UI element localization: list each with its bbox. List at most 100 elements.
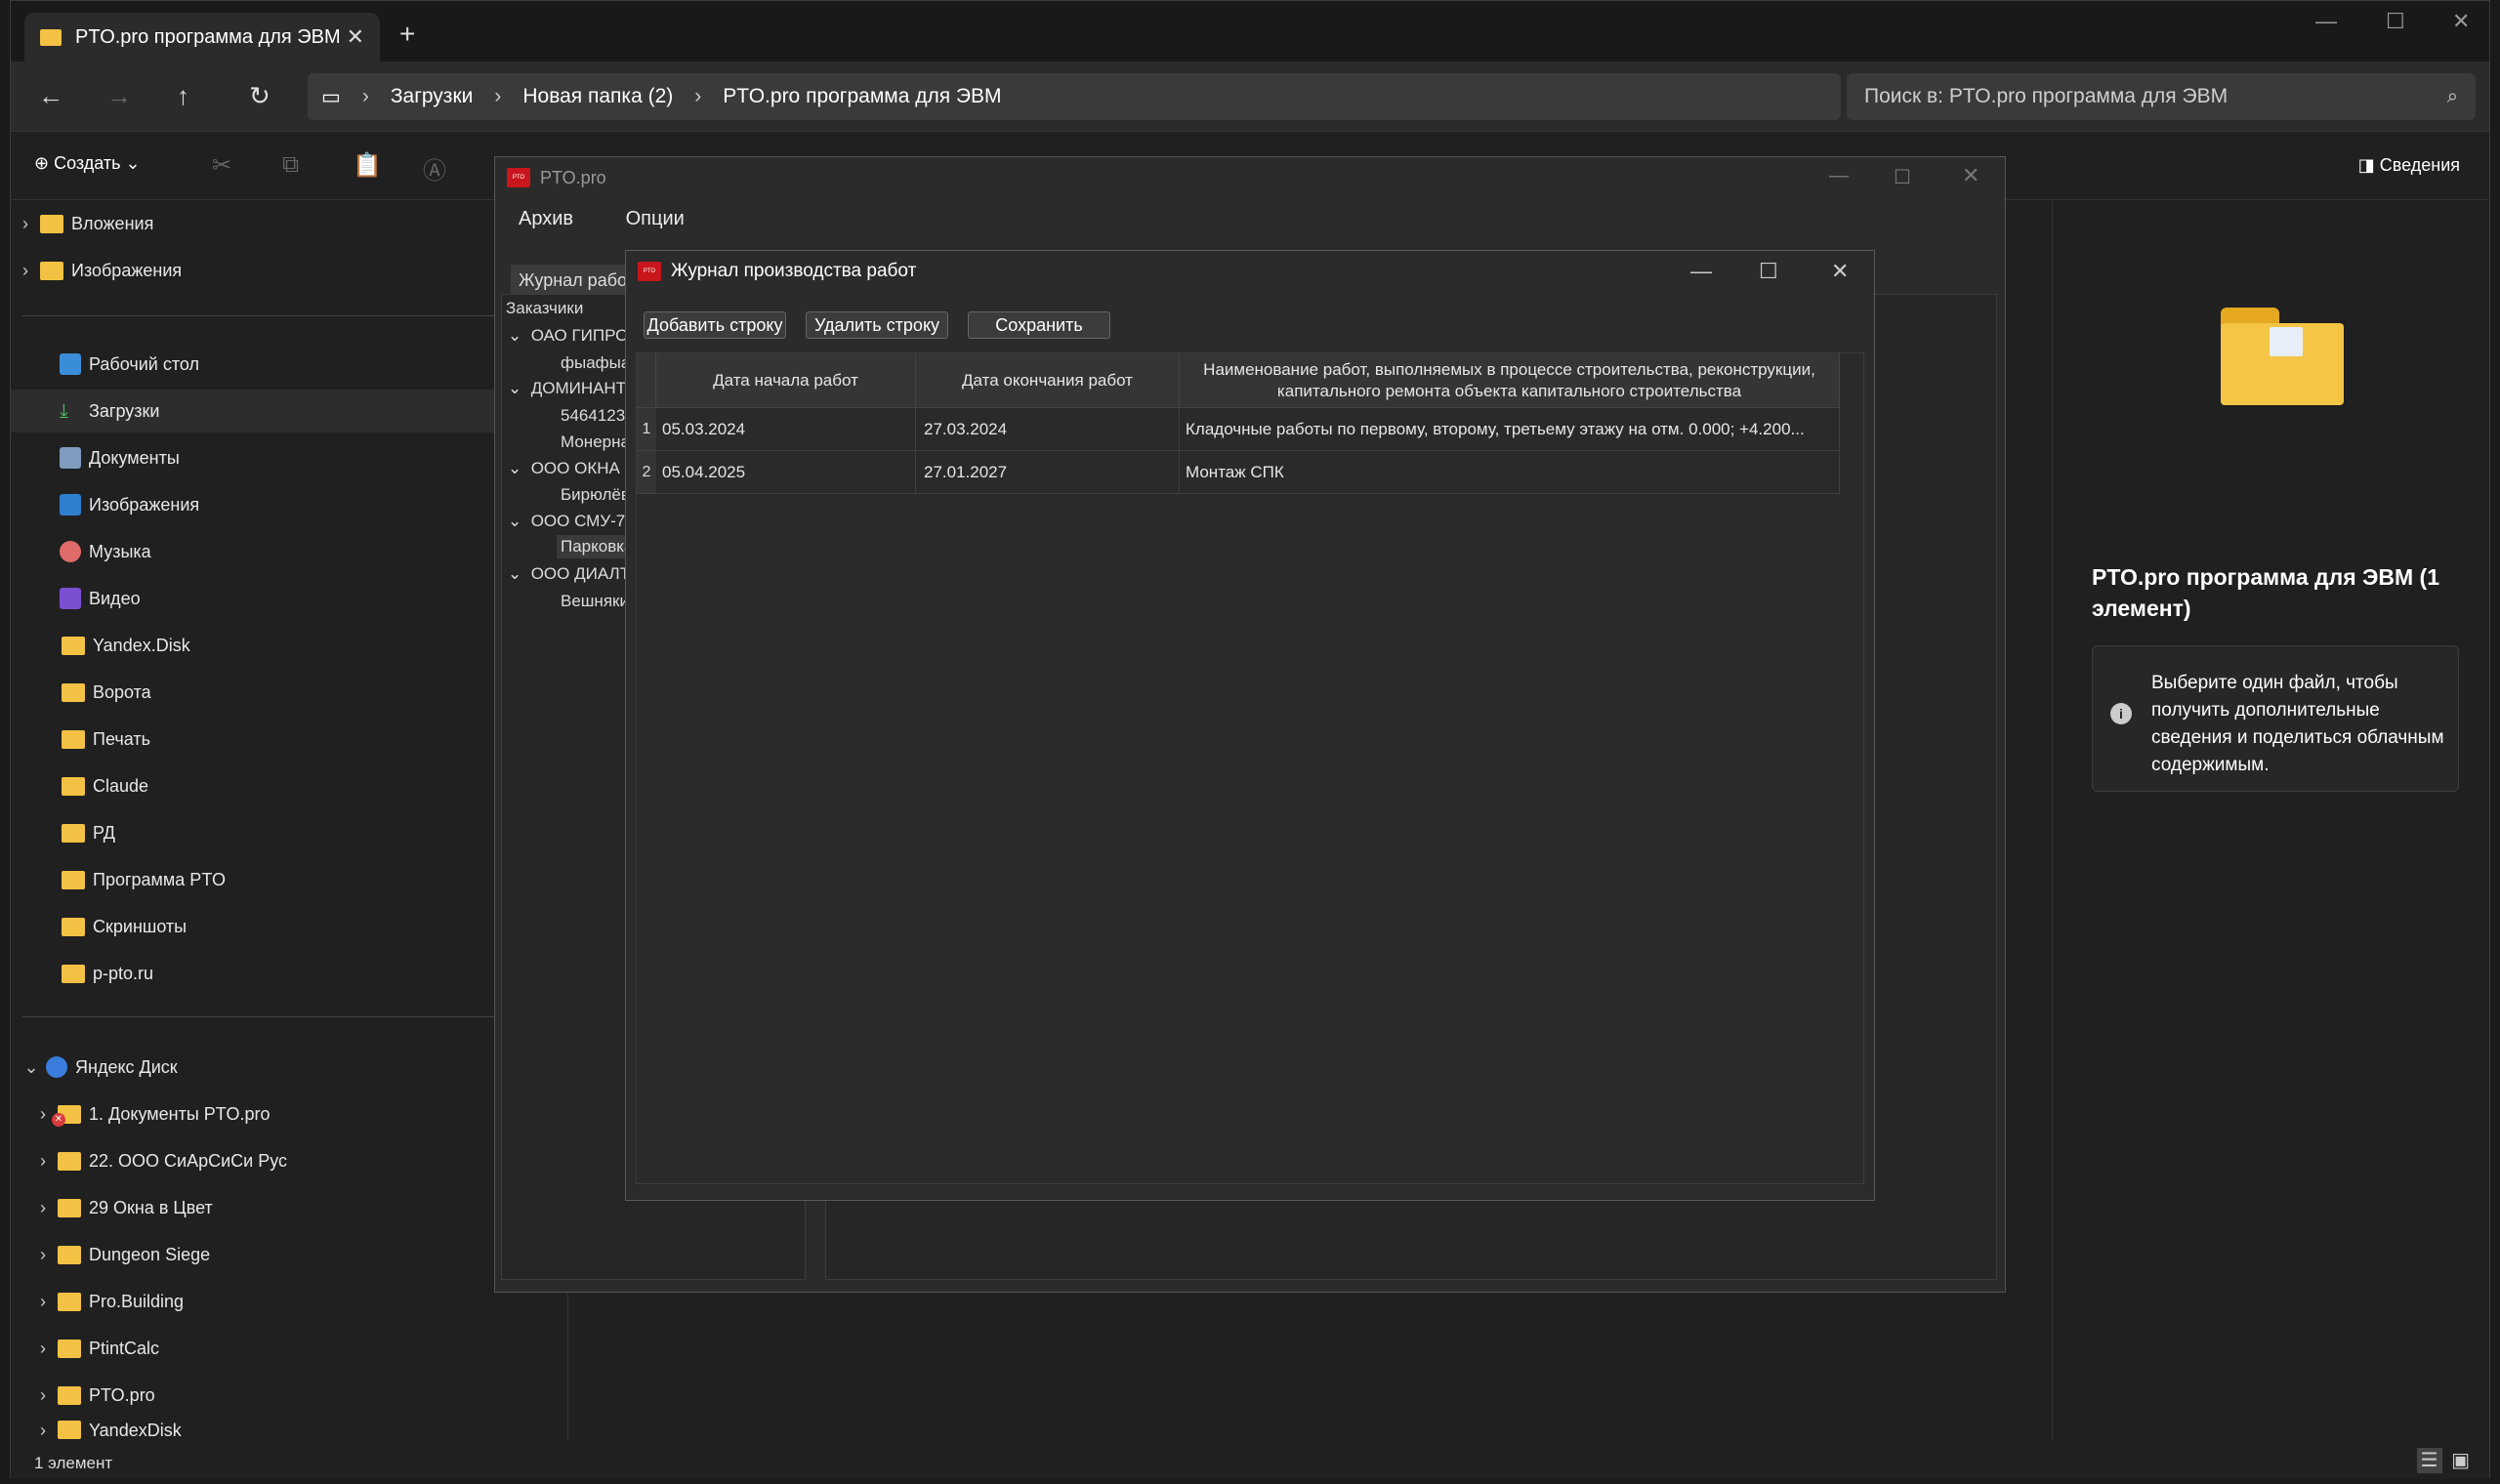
paste-icon[interactable]: 📋 (353, 151, 382, 180)
breadcrumb-item[interactable]: Загрузки (391, 85, 474, 108)
breadcrumb-item[interactable]: PTO.pro программа для ЭВМ (723, 85, 1001, 108)
tree-leaf[interactable]: фыафыа (561, 353, 630, 373)
sidebar-item-p-pto[interactable]: p-pto.ru (11, 952, 495, 995)
tab-journal[interactable]: Журнал работ (511, 265, 628, 294)
new-tab-button[interactable]: + (399, 19, 415, 50)
music-icon (60, 541, 81, 562)
refresh-icon[interactable]: ↻ (249, 81, 271, 111)
folder-icon (58, 1339, 81, 1358)
chevron-right-icon[interactable]: › (28, 1198, 58, 1218)
sidebar-item-yandex-folder[interactable]: › PTO.pro (11, 1374, 495, 1417)
sidebar-item-screenshots[interactable]: Скриншоты (11, 905, 495, 948)
sidebar-item-claude[interactable]: Claude (11, 764, 495, 807)
back-icon[interactable]: ← (38, 81, 63, 111)
chevron-down-icon[interactable]: ⌄ (17, 1057, 46, 1078)
row-number[interactable]: 1 (637, 408, 656, 451)
item-count: 1 элемент (34, 1454, 113, 1472)
tab-title: PTO.pro программа для ЭВМ (75, 25, 341, 48)
delete-row-button[interactable]: Удалить строку (806, 311, 948, 339)
chevron-right-icon[interactable]: › (28, 1292, 58, 1312)
details-view-icon[interactable]: ☰ (2416, 1448, 2442, 1473)
menu-archive[interactable]: Архив (519, 208, 573, 229)
tiles-view-icon[interactable]: ▣ (2447, 1448, 2474, 1473)
close-tab-icon[interactable]: ✕ (347, 24, 364, 50)
cut-icon[interactable]: ✂ (212, 151, 231, 180)
rename-icon[interactable]: Ⓐ (423, 151, 446, 186)
column-header[interactable]: Дата начала работ (656, 353, 916, 408)
pto-logo-icon: PTO (507, 168, 530, 187)
sidebar-item-label: 1. Документы PTO.pro (89, 1103, 271, 1124)
table-cell[interactable]: Кладочные работы по первому, второму, тр… (1180, 408, 1840, 451)
sidebar-item-yandex-folder[interactable]: › YandexDisk (11, 1421, 495, 1440)
tree-leaf[interactable]: Вешняки (561, 592, 629, 611)
journal-window: PTO Журнал производства работ — ☐ ✕ Доба… (625, 250, 1875, 1201)
table-cell[interactable]: 27.01.2027 (916, 451, 1180, 494)
sidebar-item-yandex-disk[interactable]: Yandex.Disk (11, 624, 495, 667)
sidebar-item-desktop[interactable]: Рабочий стол (11, 343, 495, 386)
sidebar-item-yandex-folder[interactable]: › ✕ 1. Документы PTO.pro (11, 1092, 495, 1135)
journal-title-bar: PTO Журнал производства работ — ☐ ✕ (626, 251, 1874, 292)
column-header[interactable]: Дата окончания работ (916, 353, 1180, 408)
tree-leaf[interactable]: 5464123 (561, 406, 625, 426)
maximize-button[interactable]: ☐ (1759, 259, 1778, 284)
sidebar-item-yandex-folder[interactable]: › Pro.Building (11, 1280, 495, 1323)
sidebar-item-print[interactable]: Печать (11, 718, 495, 761)
video-icon (60, 588, 81, 609)
sidebar-item-pictures[interactable]: Изображения (11, 483, 495, 526)
sidebar-item-downloads[interactable]: ⤓ Загрузки (11, 390, 495, 433)
search-input[interactable]: Поиск в: PTO.pro программа для ЭВМ ⌕ (1847, 73, 2476, 120)
tree-node[interactable]: ⌄ ДОМИНАНТ (508, 379, 626, 398)
breadcrumb-item[interactable]: Новая папка (2) (522, 85, 673, 108)
sidebar-item-images[interactable]: › Изображения (11, 249, 495, 292)
minimize-button[interactable]: — (2315, 9, 2337, 34)
tree-node[interactable]: ⌄ ООО ОКНА (508, 459, 620, 478)
tree-node[interactable]: ⌄ ООО ДИАЛТ (508, 564, 630, 584)
up-icon[interactable]: ↑ (177, 81, 189, 111)
sidebar-item-label: Ворота (93, 681, 151, 702)
folder-icon (62, 776, 85, 796)
tree-node[interactable]: ⌄ ООО СМУ-7 (508, 512, 625, 531)
sidebar-item-music[interactable]: Музыка (11, 530, 495, 573)
add-row-button[interactable]: Добавить строку (644, 311, 786, 339)
copy-icon[interactable]: ⧉ (282, 151, 299, 179)
sidebar-item-yandex-folder[interactable]: › Dungeon Siege (11, 1233, 495, 1276)
close-button[interactable]: ✕ (1831, 259, 1849, 284)
chevron-right-icon[interactable]: › (28, 1421, 58, 1440)
menu-options[interactable]: Опции (626, 208, 685, 229)
table-cell[interactable]: 05.03.2024 (656, 408, 916, 451)
chevron-right-icon[interactable]: › (28, 1245, 58, 1265)
table-cell[interactable]: Монтаж СПК (1180, 451, 1840, 494)
chevron-right-icon[interactable]: › (28, 1385, 58, 1406)
table-cell[interactable]: 27.03.2024 (916, 408, 1180, 451)
create-button[interactable]: ⊕ Создать ⌄ (34, 153, 141, 174)
sidebar-item-yandex-folder[interactable]: › 29 Окна в Цвет (11, 1186, 495, 1229)
explorer-tab[interactable]: PTO.pro программа для ЭВМ ✕ (24, 13, 380, 62)
chevron-right-icon[interactable]: › (28, 1339, 58, 1359)
column-header[interactable]: Наименование работ, выполняемых в процес… (1180, 353, 1840, 408)
table-cell[interactable]: 05.04.2025 (656, 451, 916, 494)
minimize-button[interactable]: — (1829, 165, 1849, 187)
maximize-button[interactable]: ☐ (1894, 165, 1911, 189)
details-button[interactable]: ◨ Сведения (2358, 155, 2460, 176)
sidebar-item-gates[interactable]: Ворота (11, 671, 495, 714)
sidebar-item-rd[interactable]: РД (11, 811, 495, 854)
chevron-right-icon[interactable]: › (11, 261, 40, 281)
navigation-bar: ← → ↑ ↻ ▭ › Загрузки › Новая папка (2) ›… (11, 62, 2489, 132)
sidebar-item-yandex-root[interactable]: ⌄ Яндекс Диск (11, 1046, 495, 1089)
sidebar-item-video[interactable]: Видео (11, 577, 495, 620)
address-bar[interactable]: ▭ › Загрузки › Новая папка (2) › PTO.pro… (308, 73, 1841, 120)
row-number[interactable]: 2 (637, 451, 656, 494)
close-button[interactable]: ✕ (1962, 163, 1979, 188)
chevron-right-icon[interactable]: › (11, 214, 40, 234)
forward-icon[interactable]: → (106, 81, 132, 111)
sidebar-item-pto-program[interactable]: Программа PTO (11, 858, 495, 901)
save-button[interactable]: Сохранить (968, 311, 1110, 339)
maximize-button[interactable]: ☐ (2386, 9, 2405, 34)
sidebar-item-yandex-folder[interactable]: › 22. ООО СиАрСиСи Рус (11, 1139, 495, 1182)
sidebar-item-attachments[interactable]: › Вложения (11, 202, 495, 245)
sidebar-item-yandex-folder[interactable]: › PtintCalc (11, 1327, 495, 1370)
sidebar-item-documents[interactable]: Документы (11, 436, 495, 479)
minimize-button[interactable]: — (1690, 259, 1712, 284)
chevron-right-icon[interactable]: › (28, 1151, 58, 1172)
close-window-button[interactable]: ✕ (2452, 9, 2470, 34)
